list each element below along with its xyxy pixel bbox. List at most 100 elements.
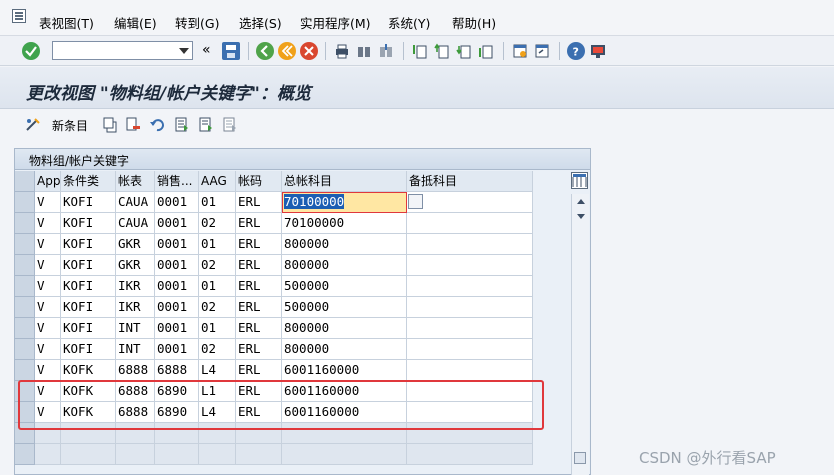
find-next-icon[interactable] bbox=[377, 42, 395, 60]
copy-as-icon[interactable] bbox=[101, 116, 119, 134]
cell-col-aag: 01 bbox=[199, 234, 236, 255]
back-icon[interactable] bbox=[256, 42, 274, 60]
cell-col-aag: 02 bbox=[199, 255, 236, 276]
cell-col-sales-org: 0001 bbox=[155, 255, 199, 276]
cell-col-aag: 01 bbox=[199, 276, 236, 297]
scrollbar-thumb[interactable] bbox=[574, 452, 586, 464]
display-change-icon[interactable] bbox=[24, 116, 42, 134]
cell-col-condition-type: KOFI bbox=[61, 192, 116, 213]
cell-col-provision-account[interactable] bbox=[407, 297, 533, 318]
cell-col-chart-of-accounts: INT bbox=[116, 318, 155, 339]
deselect-all-icon[interactable] bbox=[221, 116, 239, 134]
table-settings-icon[interactable] bbox=[571, 172, 588, 189]
cell-col-gl-account[interactable]: 800000 bbox=[282, 318, 407, 339]
enter-icon[interactable] bbox=[22, 42, 40, 60]
cell-col-provision-account[interactable] bbox=[407, 360, 533, 381]
column-header-col-gl-account[interactable]: 总帐科目 bbox=[282, 171, 407, 192]
cell-col-provision-account[interactable] bbox=[407, 234, 533, 255]
cancel-icon[interactable] bbox=[300, 42, 318, 60]
value-help-icon[interactable] bbox=[408, 194, 423, 209]
row-selector[interactable] bbox=[15, 297, 35, 318]
next-page-icon[interactable] bbox=[455, 42, 473, 60]
shortcut-icon[interactable] bbox=[533, 42, 551, 60]
cell-col-provision-account[interactable] bbox=[407, 339, 533, 360]
row-selector[interactable] bbox=[15, 276, 35, 297]
table-header-row: App 条件类 帐表 销售... AAG 帐码 总帐科目 备抵科目 bbox=[15, 171, 533, 192]
select-block-icon[interactable] bbox=[197, 116, 215, 134]
layout-settings-icon[interactable] bbox=[589, 42, 607, 60]
command-field[interactable] bbox=[52, 41, 193, 60]
table-row: V KOFI GKR 0001 02 ERL 800000 bbox=[15, 255, 533, 276]
undo-change-icon[interactable] bbox=[148, 116, 166, 134]
cell-col-provision-account[interactable] bbox=[407, 192, 533, 213]
column-header-col-sales-org[interactable]: 销售... bbox=[155, 171, 199, 192]
cell-col-provision-account[interactable] bbox=[407, 255, 533, 276]
row-selector[interactable] bbox=[15, 360, 35, 381]
cell-col-app: V bbox=[35, 255, 61, 276]
find-icon[interactable] bbox=[355, 42, 373, 60]
cell-col-chart-of-accounts: GKR bbox=[116, 234, 155, 255]
row-selector[interactable] bbox=[15, 444, 35, 465]
cell-col-gl-account[interactable]: 800000 bbox=[282, 234, 407, 255]
print-icon[interactable] bbox=[333, 42, 351, 60]
cell-col-gl-account[interactable]: 800000 bbox=[282, 255, 407, 276]
first-page-icon[interactable] bbox=[411, 42, 429, 60]
column-header-col-aag[interactable]: AAG bbox=[199, 171, 236, 192]
delete-icon[interactable] bbox=[124, 116, 142, 134]
cell-col-account-key: ERL bbox=[236, 192, 282, 213]
menu-goto[interactable]: 转到(G) bbox=[175, 13, 219, 32]
table-row: V KOFI IKR 0001 02 ERL 500000 bbox=[15, 297, 533, 318]
row-selector[interactable] bbox=[15, 192, 35, 213]
chevron-down-icon[interactable] bbox=[179, 48, 189, 54]
select-all-rows-button[interactable] bbox=[15, 171, 35, 192]
cell-col-gl-account[interactable]: 6001160000 bbox=[282, 360, 407, 381]
column-header-col-condition-type[interactable]: 条件类 bbox=[61, 171, 116, 192]
column-header-col-provision-account[interactable]: 备抵科目 bbox=[407, 171, 533, 192]
cell-col-gl-account[interactable]: 500000 bbox=[282, 297, 407, 318]
menu-utilities[interactable]: 实用程序(M) bbox=[300, 13, 371, 32]
new-entries-button[interactable]: 新条目 bbox=[52, 117, 88, 134]
cell-col-provision-account[interactable] bbox=[407, 318, 533, 339]
row-selector[interactable] bbox=[15, 234, 35, 255]
cell-col-gl-account[interactable]: 800000 bbox=[282, 339, 407, 360]
cell-col-provision-account[interactable] bbox=[407, 213, 533, 234]
page-title: 更改视图 "物料组/帐户关键字"：概览 bbox=[26, 84, 311, 104]
cell-col-gl-account[interactable]: 500000 bbox=[282, 276, 407, 297]
row-selector[interactable] bbox=[15, 339, 35, 360]
row-selector[interactable] bbox=[15, 318, 35, 339]
cell-col-gl-account[interactable]: 70100000 bbox=[282, 192, 407, 213]
column-header-col-app[interactable]: App bbox=[35, 171, 61, 192]
cell-col-condition-type: KOFI bbox=[61, 318, 116, 339]
menu-edit[interactable]: 编辑(E) bbox=[114, 13, 157, 32]
cell-col-app: V bbox=[35, 318, 61, 339]
last-page-icon[interactable] bbox=[477, 42, 495, 60]
menu-selection[interactable]: 选择(S) bbox=[239, 13, 282, 32]
empty-cell bbox=[116, 444, 155, 465]
empty-table-row bbox=[15, 444, 533, 465]
save-icon[interactable] bbox=[222, 42, 240, 60]
help-icon[interactable]: ? bbox=[567, 42, 585, 60]
cell-col-condition-type: KOFI bbox=[61, 297, 116, 318]
menu-table-view[interactable]: 表视图(T) bbox=[39, 13, 94, 32]
menu-system[interactable]: 系统(Y) bbox=[388, 13, 430, 32]
menu-help[interactable]: 帮助(H) bbox=[452, 13, 496, 32]
new-session-icon[interactable] bbox=[511, 42, 529, 60]
exit-icon[interactable] bbox=[278, 42, 296, 60]
standard-toolbar: « ? bbox=[0, 36, 834, 66]
column-header-col-account-key[interactable]: 帐码 bbox=[236, 171, 282, 192]
vertical-scrollbar[interactable] bbox=[571, 194, 589, 475]
row-selector[interactable] bbox=[15, 255, 35, 276]
cell-col-gl-account[interactable]: 70100000 bbox=[282, 213, 407, 234]
cell-col-app: V bbox=[35, 360, 61, 381]
row-selector[interactable] bbox=[15, 213, 35, 234]
cell-col-account-key: ERL bbox=[236, 360, 282, 381]
previous-page-icon[interactable] bbox=[433, 42, 451, 60]
cell-col-provision-account[interactable] bbox=[407, 276, 533, 297]
selected-value[interactable]: 70100000 bbox=[284, 194, 345, 209]
table-row: V KOFI INT 0001 01 ERL 800000 bbox=[15, 318, 533, 339]
column-header-col-chart-of-accounts[interactable]: 帐表 bbox=[116, 171, 155, 192]
toolbar-divider bbox=[559, 42, 560, 60]
back-arrow-icon[interactable]: « bbox=[202, 42, 211, 58]
app-menu-icon[interactable] bbox=[12, 9, 26, 23]
select-all-icon[interactable] bbox=[173, 116, 191, 134]
